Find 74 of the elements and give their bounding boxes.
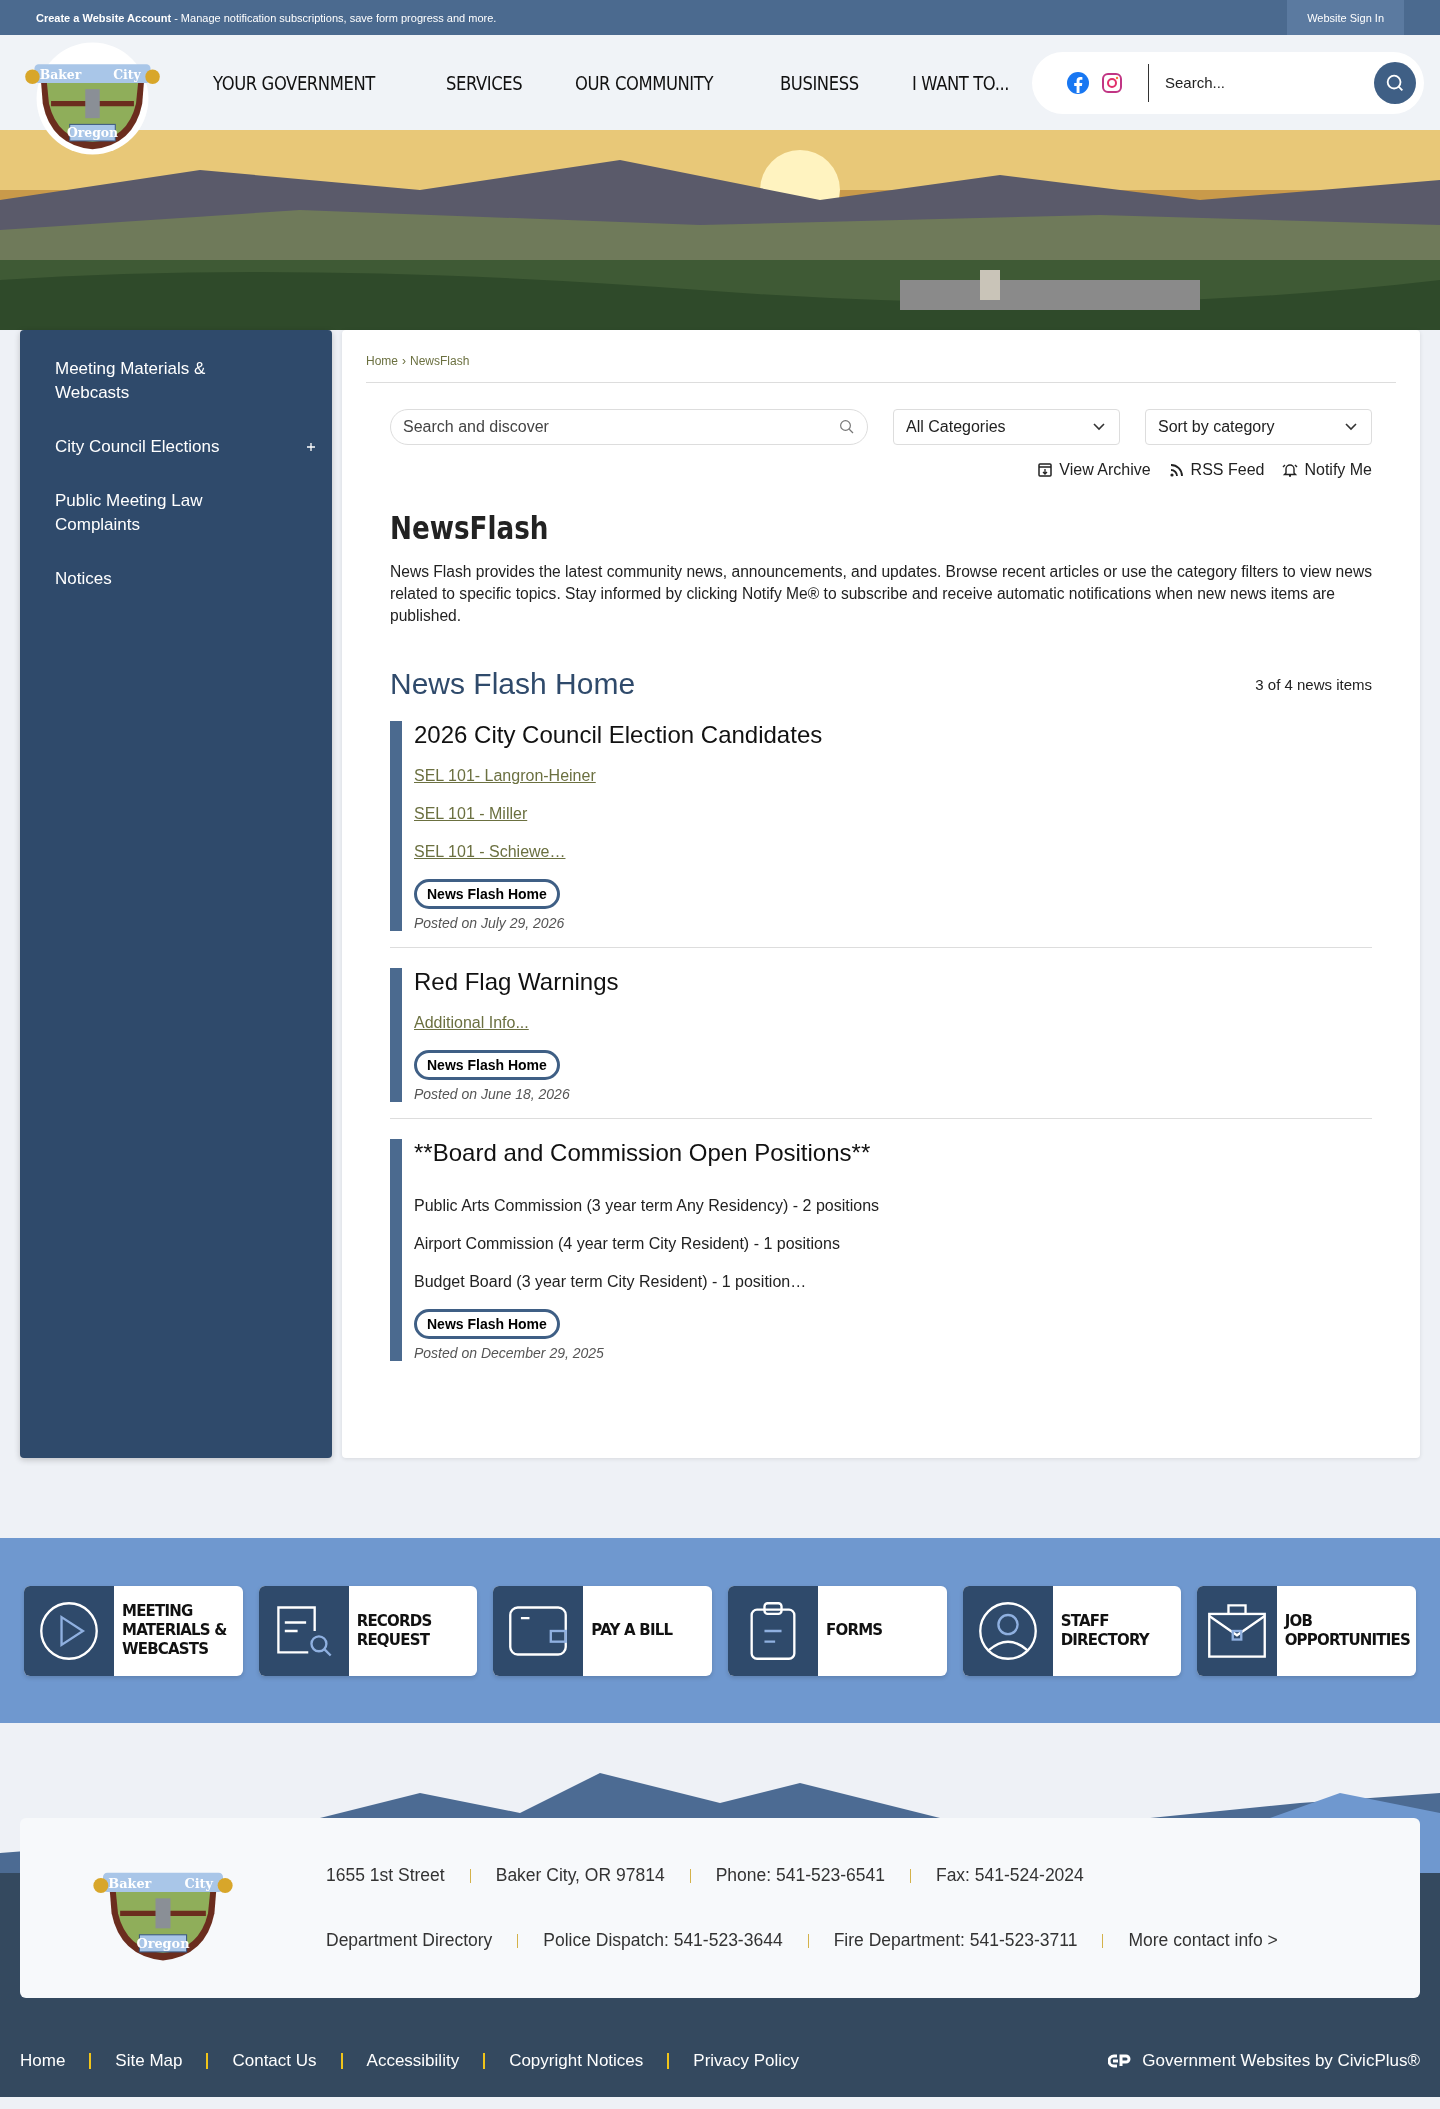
breadcrumb-current: NewsFlash <box>410 354 470 368</box>
chevron-down-icon <box>1093 423 1105 431</box>
create-account-link[interactable]: Create a Website Account <box>36 11 172 24</box>
search-button[interactable] <box>1374 61 1416 104</box>
contact-info: Phone: 541-523-6541 <box>715 1865 885 1886</box>
sidebar-item[interactable]: Public Meeting Law Complaints <box>20 474 332 552</box>
contact-link[interactable]: Police Dispatch: 541-523-3644 <box>543 1930 783 1951</box>
chevron-down-icon <box>1345 423 1357 431</box>
search-field[interactable]: Search and discover <box>390 409 868 445</box>
expand-icon[interactable] <box>306 442 316 452</box>
action-link[interactable]: RSS Feed <box>1168 461 1265 479</box>
breadcrumb-link[interactable]: Home <box>366 354 398 368</box>
news-title[interactable]: Red Flag Warnings <box>414 968 619 996</box>
news-title[interactable]: **Board and Commission Open Positions** <box>414 1139 871 1167</box>
civicplus-logo-icon <box>1108 2054 1133 2068</box>
quick-link-tile[interactable]: RECORDS REQUEST <box>258 1585 478 1676</box>
quick-link-tile[interactable]: STAFF DIRECTORY <box>962 1585 1182 1676</box>
news-link[interactable]: SEL 101- Langron-Heiner <box>414 767 596 785</box>
page-title: NewsFlash <box>390 509 549 547</box>
news-link[interactable]: SEL 101 - Miller <box>414 805 528 823</box>
quick-link-tile[interactable]: JOB OPPORTUNITIES <box>1197 1585 1417 1676</box>
contact-info: 1655 1st Street <box>326 1865 445 1886</box>
breadcrumb-separator: › <box>402 354 406 368</box>
sidebar-item[interactable]: City Council Elections <box>20 420 332 474</box>
category-tag[interactable]: News Flash Home <box>414 1050 560 1080</box>
footer-link[interactable]: Copyright Notices <box>509 2051 644 2071</box>
action-link[interactable]: Notify Me <box>1282 461 1372 479</box>
sort-dropdown[interactable]: Sort by category <box>1145 409 1372 445</box>
news-text: Public Arts Commission (3 year term Any Residency) - 2 positions <box>414 1197 880 1215</box>
search-icon <box>838 418 856 436</box>
sidebar-item[interactable]: Meeting Materials & Webcasts <box>20 342 332 420</box>
instagram-icon[interactable] <box>1100 70 1124 95</box>
news-link[interactable]: SEL 101 - Schiewe… <box>414 843 566 861</box>
section-title: News Flash Home <box>390 667 636 701</box>
contact-link[interactable]: More contact info > <box>1128 1930 1278 1951</box>
nav-link[interactable]: YOUR GOVERNMENT <box>213 70 375 95</box>
posted-date: Posted on December 29, 2025 <box>414 1345 604 1361</box>
facebook-icon[interactable] <box>1066 70 1090 95</box>
category-tag[interactable]: News Flash Home <box>414 879 560 909</box>
nav-link[interactable]: OUR COMMUNITY <box>575 70 714 95</box>
quick-link-tile[interactable]: FORMS <box>728 1585 947 1676</box>
footer-link[interactable]: Home <box>20 2051 66 2071</box>
site-search-field[interactable]: Search... <box>1163 73 1374 92</box>
news-link[interactable]: Additional Info... <box>414 1014 529 1032</box>
contact-link[interactable]: Fire Department: 541-523-3711 <box>833 1930 1078 1951</box>
footer-link[interactable]: Privacy Policy <box>693 2051 800 2071</box>
sign-in-button[interactable]: Website Sign In <box>1287 0 1404 35</box>
intro-paragraph: News Flash provides the latest community news, announcements, and updates. Browse recent articles or use the category filters to view news related to specific topics. Stay informed by clicking Notify Me® to subscribe and receive automatic notifications when new news items are published. <box>390 562 1372 626</box>
contact-info: Baker City, OR 97814 <box>495 1865 665 1886</box>
item-count: 3 of 4 news items <box>1255 675 1372 693</box>
posted-date: Posted on July 29, 2026 <box>414 915 565 931</box>
category-dropdown[interactable]: All Categories <box>893 409 1120 445</box>
category-tag[interactable]: News Flash Home <box>414 1309 560 1339</box>
news-title[interactable]: 2026 City Council Election Candidates <box>414 721 823 749</box>
rss-icon <box>1168 462 1185 478</box>
archive-box-icon <box>1037 462 1054 478</box>
footer-link[interactable]: Site Map <box>115 2051 183 2071</box>
nav-link[interactable]: I WANT TO... <box>911 70 1009 95</box>
sidebar-item[interactable]: Notices <box>20 552 332 606</box>
contact-link[interactable]: Department Directory <box>326 1930 493 1951</box>
quick-link-tile[interactable]: MEETING MATERIALS & WEBCASTS <box>24 1585 243 1676</box>
bell-icon <box>1282 462 1299 478</box>
nav-link[interactable]: BUSINESS <box>779 70 859 95</box>
credit-link[interactable]: Government Websites by CivicPlus® <box>1108 2051 1420 2071</box>
action-link[interactable]: View Archive <box>1037 461 1151 479</box>
news-text: Airport Commission (4 year term City Resident) - 1 positions <box>414 1235 840 1253</box>
posted-date: Posted on June 18, 2026 <box>414 1086 570 1102</box>
quick-link-tile[interactable]: PAY A BILL <box>493 1585 712 1676</box>
news-text: Budget Board (3 year term City Resident) - 1 position… <box>414 1273 807 1291</box>
nav-link[interactable]: SERVICES <box>446 70 523 95</box>
contact-info: Fax: 541-524-2024 <box>935 1865 1084 1886</box>
footer-link[interactable]: Accessibility <box>366 2051 460 2071</box>
account-notice: Create a Website Account - Manage notification subscriptions, save form progress and more. <box>36 11 497 24</box>
footer-link[interactable]: Contact Us <box>232 2051 317 2071</box>
